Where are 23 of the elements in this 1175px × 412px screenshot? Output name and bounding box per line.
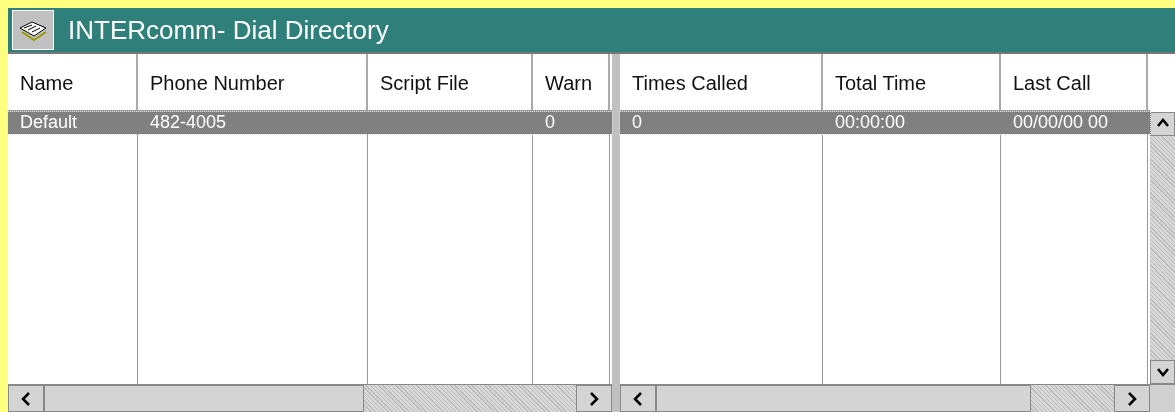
scroll-left-button[interactable] [620, 385, 656, 412]
chevron-right-icon [1126, 391, 1138, 406]
scroll-left-button[interactable] [8, 385, 44, 412]
window-title: INTERcomm- Dial Directory [68, 14, 389, 46]
table-cell-text: Default [19, 112, 79, 134]
scroll-thumb[interactable] [656, 385, 1031, 412]
chevron-right-icon [588, 391, 600, 406]
system-menu-button[interactable] [12, 10, 54, 50]
table-cell-text: 00/00/00 00 [1012, 112, 1110, 134]
table-row[interactable]: Default 482-4005 0 [8, 112, 612, 134]
scroll-right-button[interactable] [576, 385, 612, 412]
chevron-left-icon [632, 391, 644, 406]
scroll-up-button[interactable] [1150, 112, 1175, 136]
table-cell-text: 00:00:00 [834, 112, 907, 134]
scroll-down-button[interactable] [1150, 360, 1175, 384]
table-cell-text: 0 [631, 112, 643, 134]
scroll-thumb[interactable] [44, 385, 364, 412]
vertical-scrollbar[interactable] [1150, 112, 1175, 384]
scroll-right-button[interactable] [1114, 385, 1150, 412]
table-row[interactable]: 0 00:00:00 00/00/00 00 [620, 112, 1150, 134]
chevron-left-icon [20, 391, 32, 406]
table-cell-text: 0 [544, 112, 556, 134]
table-cell-text: 482-4005 [149, 112, 228, 134]
